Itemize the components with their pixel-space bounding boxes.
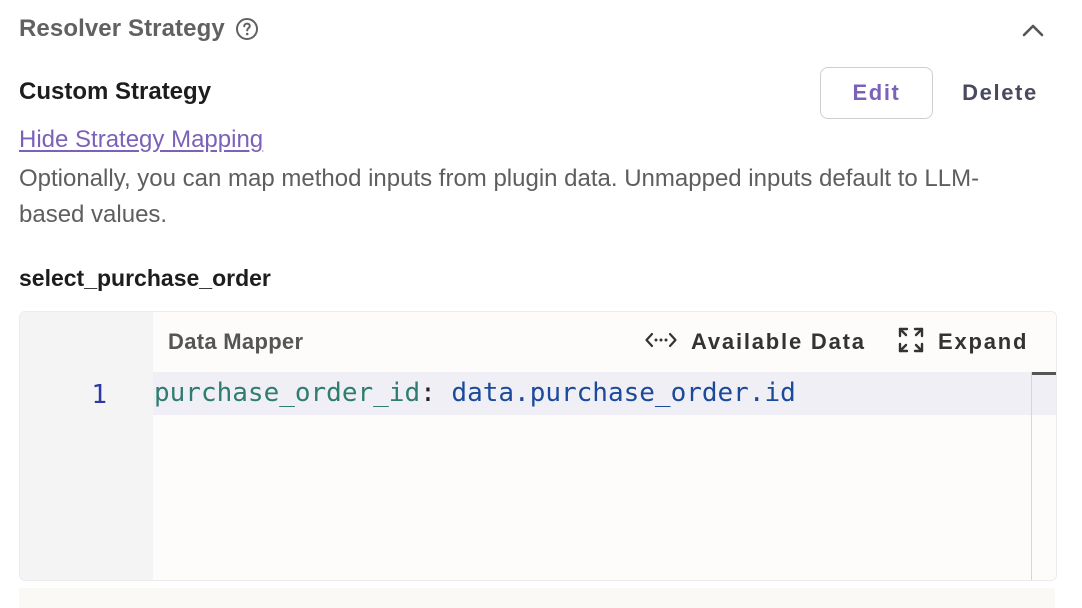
resolver-strategy-header: Resolver Strategy — [19, 10, 1059, 48]
editor-toolbar: Data Mapper Available Data Expand — [153, 312, 1056, 372]
chevron-up-icon[interactable] — [1019, 16, 1047, 44]
strategy-description: Optionally, you can map method inputs fr… — [19, 165, 980, 228]
panel-title: Resolver Strategy — [19, 15, 225, 42]
help-icon[interactable] — [235, 17, 259, 41]
hide-strategy-mapping-link[interactable]: Hide Strategy Mapping — [19, 126, 263, 154]
code-area[interactable]: purchase_order_id: data.purchase_order.i… — [153, 372, 1031, 580]
expand-button[interactable]: Expand — [898, 326, 1028, 358]
code-line[interactable]: purchase_order_id: data.purchase_order.i… — [154, 378, 796, 408]
expand-label: Expand — [938, 329, 1029, 354]
code-brackets-icon — [645, 328, 677, 357]
available-data-button[interactable]: Available Data — [645, 326, 866, 358]
line-number-gutter: 1 — [20, 312, 153, 580]
mapping-key-token: purchase_order_id — [154, 378, 421, 408]
edit-button[interactable]: Edit — [820, 67, 933, 119]
strategy-name: Custom Strategy — [19, 78, 212, 105]
mapping-separator-token: : — [420, 378, 452, 408]
next-section-edge — [19, 588, 1055, 608]
editor-scrollbar[interactable] — [1031, 372, 1056, 580]
available-data-label: Available Data — [691, 329, 866, 354]
data-mapper-editor[interactable]: 1 Data Mapper Available Data Expand purc… — [19, 311, 1057, 581]
mapping-value-token: data.purchase_order.id — [451, 378, 796, 408]
delete-button[interactable]: Delete — [950, 67, 1050, 119]
editor-title: Data Mapper — [168, 329, 304, 354]
expand-icon — [898, 327, 924, 358]
method-name: select_purchase_order — [19, 265, 271, 291]
line-number: 1 — [91, 380, 107, 410]
scrollbar-active-line-marker — [1032, 375, 1056, 415]
